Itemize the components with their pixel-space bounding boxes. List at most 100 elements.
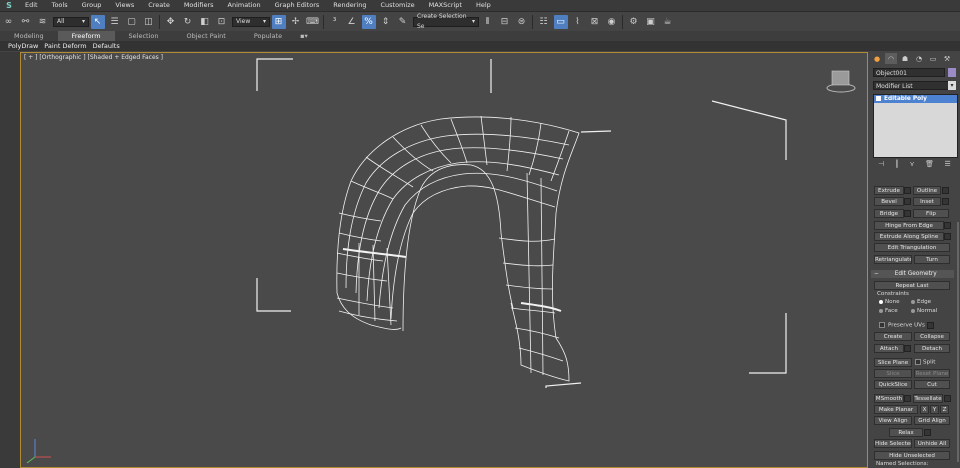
window-crossing-icon[interactable]: ◫ bbox=[142, 15, 156, 29]
layer-explorer-icon[interactable]: ☷ bbox=[537, 15, 551, 29]
edit-triangulation-button[interactable]: Edit Triangulation bbox=[874, 243, 950, 252]
repeat-last-button[interactable]: Repeat Last bbox=[874, 281, 950, 290]
remove-modifier-icon[interactable]: 🗑 bbox=[925, 160, 934, 170]
hinge-settings-button[interactable] bbox=[944, 222, 951, 229]
constraint-none-radio[interactable]: None bbox=[879, 299, 900, 305]
menu-help[interactable]: Help bbox=[469, 0, 498, 11]
expand-icon[interactable] bbox=[876, 96, 881, 101]
menu-group[interactable]: Group bbox=[75, 0, 109, 11]
tab-populate[interactable]: Populate bbox=[240, 31, 296, 41]
menu-create[interactable]: Create bbox=[141, 0, 177, 11]
select-by-name-icon[interactable]: ☰ bbox=[108, 15, 122, 29]
outline-button[interactable]: Outline bbox=[913, 186, 941, 195]
attach-button[interactable]: Attach bbox=[874, 344, 904, 353]
subtab-paint-deform[interactable]: Paint Deform bbox=[41, 41, 89, 51]
stack-item-editable-poly[interactable]: Editable Poly bbox=[874, 95, 957, 103]
reference-coordinate-dropdown[interactable]: View ▾ bbox=[232, 16, 270, 27]
show-end-result-icon[interactable]: ┃ bbox=[895, 160, 899, 170]
ribbon-toggle-icon[interactable]: ▭ bbox=[553, 14, 568, 29]
menu-customize[interactable]: Customize bbox=[373, 0, 421, 11]
slice-button[interactable]: Slice bbox=[874, 369, 912, 378]
hinge-from-edge-button[interactable]: Hinge From Edge bbox=[874, 221, 944, 230]
utilities-tab-icon[interactable]: ⚒ bbox=[941, 53, 953, 64]
configure-sets-icon[interactable]: ☰ bbox=[944, 160, 950, 170]
modify-tab-icon[interactable]: ◠ bbox=[885, 53, 897, 64]
keyboard-shortcut-icon[interactable]: ⌨ bbox=[306, 15, 320, 29]
render-production-icon[interactable]: ☕ bbox=[661, 15, 675, 29]
select-rotate-icon[interactable]: ↻ bbox=[181, 15, 195, 29]
preserve-uvs-settings-button[interactable] bbox=[927, 322, 934, 329]
display-tab-icon[interactable]: ▭ bbox=[927, 53, 939, 64]
split-checkbox[interactable]: Split bbox=[915, 359, 935, 366]
edit-geometry-rollout[interactable]: − Edit Geometry bbox=[871, 270, 954, 278]
reset-plane-button[interactable]: Reset Plane bbox=[914, 369, 950, 378]
make-unique-icon[interactable]: ⋎ bbox=[910, 160, 915, 170]
modifier-stack[interactable]: Editable Poly bbox=[873, 94, 958, 158]
constraint-normal-radio[interactable]: Normal bbox=[911, 308, 937, 314]
menu-modifiers[interactable]: Modifiers bbox=[177, 0, 221, 11]
viewport[interactable]: [ + ] [Orthographic ] [Shaded + Edged Fa… bbox=[20, 52, 868, 468]
constraint-face-radio[interactable]: Face bbox=[879, 308, 898, 314]
percent-snap-icon[interactable]: % bbox=[361, 14, 376, 29]
menu-tools[interactable]: Tools bbox=[45, 0, 75, 11]
menu-graph-editors[interactable]: Graph Editors bbox=[268, 0, 327, 11]
slice-plane-button[interactable]: Slice Plane bbox=[874, 358, 912, 367]
preserve-uvs-checkbox[interactable]: Preserve UVs bbox=[879, 322, 925, 329]
panel-scrollbar[interactable] bbox=[957, 222, 959, 462]
object-name-field[interactable]: Object001 bbox=[873, 68, 945, 77]
select-place-icon[interactable]: ⊡ bbox=[215, 15, 229, 29]
create-tab-icon[interactable]: ● bbox=[871, 53, 883, 64]
chevron-down-icon[interactable]: ▾ bbox=[948, 81, 956, 90]
subtab-polydraw[interactable]: PolyDraw bbox=[5, 41, 41, 51]
motion-tab-icon[interactable]: ◔ bbox=[913, 53, 925, 64]
subtab-defaults[interactable]: Defaults bbox=[90, 41, 123, 51]
planar-x-button[interactable]: X bbox=[920, 405, 929, 414]
relax-settings-button[interactable] bbox=[924, 429, 931, 436]
turn-button[interactable]: Turn bbox=[914, 255, 950, 264]
menu-views[interactable]: Views bbox=[108, 0, 141, 11]
select-manipulate-icon[interactable]: ✢ bbox=[289, 15, 303, 29]
object-color-swatch[interactable] bbox=[948, 68, 956, 77]
tab-freeform[interactable]: Freeform bbox=[57, 31, 115, 41]
tab-modeling[interactable]: Modeling bbox=[0, 31, 58, 41]
quickslice-button[interactable]: QuickSlice bbox=[874, 380, 912, 389]
hide-unselected-button[interactable]: Hide Unselected bbox=[874, 451, 950, 460]
detach-button[interactable]: Detach bbox=[914, 344, 950, 353]
view-align-button[interactable]: View Align bbox=[874, 416, 912, 425]
render-setup-icon[interactable]: ⚙ bbox=[627, 15, 641, 29]
msmooth-button[interactable]: MSmooth bbox=[874, 394, 904, 403]
material-editor-icon[interactable]: ◉ bbox=[605, 15, 619, 29]
align-icon[interactable]: ⊟ bbox=[498, 15, 512, 29]
mirror-icon[interactable]: ⫴ bbox=[481, 15, 495, 29]
bridge-settings-button[interactable] bbox=[904, 210, 911, 217]
inset-button[interactable]: Inset bbox=[913, 197, 941, 206]
app-logo-icon[interactable]: S bbox=[0, 0, 18, 11]
grid-align-button[interactable]: Grid Align bbox=[914, 416, 950, 425]
flip-button[interactable]: Flip bbox=[913, 209, 949, 218]
bevel-settings-button[interactable] bbox=[904, 198, 911, 205]
rectangular-selection-icon[interactable]: ▢ bbox=[125, 15, 139, 29]
unhide-all-button[interactable]: Unhide All bbox=[914, 439, 950, 448]
rendered-frame-window-icon[interactable]: ▣ bbox=[644, 15, 658, 29]
angle-snap-icon[interactable]: ∠ bbox=[345, 15, 359, 29]
cut-button[interactable]: Cut bbox=[914, 380, 950, 389]
tab-object-paint[interactable]: Object Paint bbox=[173, 31, 240, 41]
extrude-along-spline-button[interactable]: Extrude Along Spline bbox=[874, 232, 944, 241]
curve-editor-icon[interactable]: ⌇ bbox=[571, 15, 585, 29]
constraint-edge-radio[interactable]: Edge bbox=[911, 299, 931, 305]
link-icon[interactable]: ∞ bbox=[2, 15, 16, 29]
extrude-spline-settings-button[interactable] bbox=[944, 233, 951, 240]
tab-selection[interactable]: Selection bbox=[115, 31, 173, 41]
planar-z-button[interactable]: Z bbox=[940, 405, 949, 414]
inset-settings-button[interactable] bbox=[942, 198, 949, 205]
menu-maxscript[interactable]: MAXScript bbox=[422, 0, 469, 11]
create-button[interactable]: Create bbox=[874, 332, 912, 341]
attach-list-button[interactable] bbox=[904, 345, 911, 352]
select-move-icon[interactable]: ✥ bbox=[164, 15, 178, 29]
spinner-snap-icon[interactable]: ⇕ bbox=[379, 15, 393, 29]
selection-filter-dropdown[interactable]: All ▾ bbox=[53, 16, 89, 27]
collapse-button[interactable]: Collapse bbox=[914, 332, 950, 341]
retriangulate-button[interactable]: Retriangulate bbox=[874, 255, 912, 264]
unlink-icon[interactable]: ⚯ bbox=[19, 15, 33, 29]
hierarchy-tab-icon[interactable]: ☗ bbox=[899, 53, 911, 64]
